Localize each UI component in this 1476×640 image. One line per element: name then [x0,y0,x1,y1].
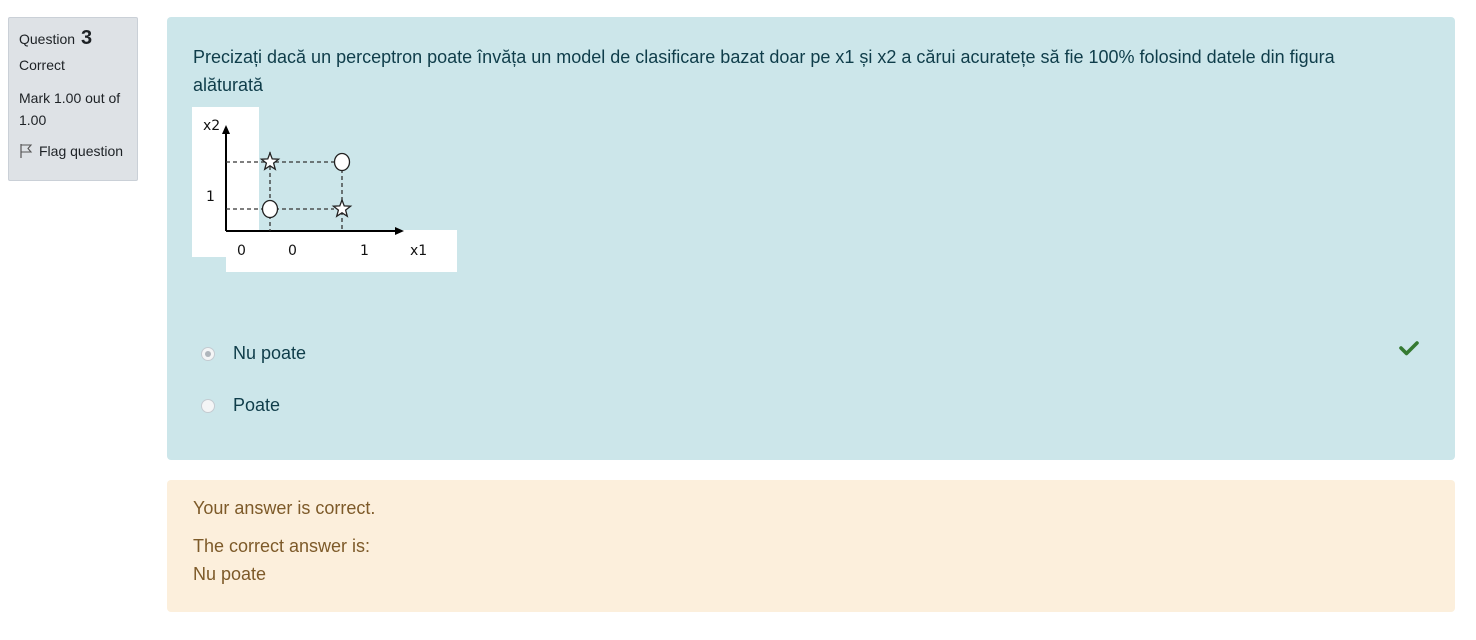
x-tick-label-1: 1 [360,243,369,259]
answer-radio-nu-poate[interactable] [201,346,215,361]
answer-option-poate[interactable]: Poate [201,395,280,416]
answer-option-nu-poate[interactable]: Nu poate [201,343,306,364]
correct-answer-intro: The correct answer is: [193,536,371,556]
correct-check-icon [1399,340,1419,361]
flag-icon [20,144,33,158]
origin-label: 0 [237,243,246,259]
x-tick-label-0: 0 [288,243,297,259]
answer-radio-poate[interactable] [201,398,215,413]
question-figure: x2 1 0 0 1 x1 [192,107,458,278]
x-axis-label: x1 [410,243,427,259]
y-axis-label: x2 [203,118,220,134]
question-number-value: 3 [80,27,93,49]
data-point-circle-1 [333,152,351,172]
question-info-panel: Question 3 Correct Mark 1.00 out of 1.00… [8,17,138,181]
y-tick-label: 1 [206,189,215,205]
data-point-circle-0 [261,199,279,219]
answer-label-nu-poate: Nu poate [233,343,307,363]
question-state: Correct [19,57,65,73]
data-points [259,151,353,219]
question-text: Precizați dacă un perceptron poate învăț… [193,47,1335,95]
feedback-panel: Your answer is correct. The correct answ… [167,480,1455,612]
feedback-result: Your answer is correct. [193,498,376,518]
flag-question-label: Flag question [39,143,124,159]
question-label: Question [19,31,76,47]
perceptron-xor-figure: x2 1 0 0 1 x1 [192,107,457,272]
question-grade: Mark 1.00 out of 1.00 [19,90,121,128]
question-formulation: Precizați dacă un perceptron poate învăț… [167,17,1455,460]
question-number: Question 3 [19,28,127,49]
answer-label-poate: Poate [233,395,281,415]
correct-answer-value: Nu poate [193,564,267,584]
flag-question-link[interactable]: Flag question [19,141,127,161]
